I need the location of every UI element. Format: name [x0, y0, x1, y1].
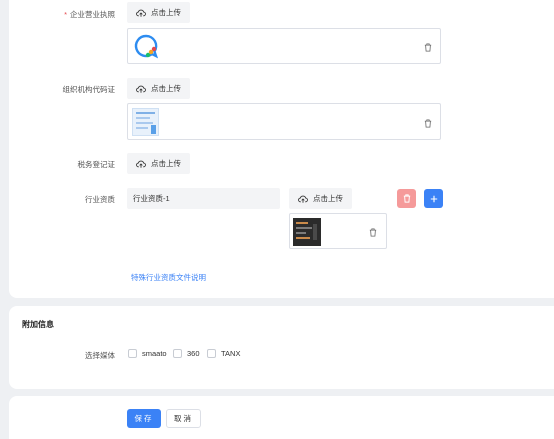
upload-cloud-icon — [136, 9, 146, 17]
media-option-360[interactable]: 360 — [173, 349, 200, 358]
extra-info-title: 附加信息 — [22, 320, 54, 329]
plus-icon — [430, 195, 437, 202]
business-license-label: * 企业营业执照 — [64, 10, 115, 19]
org-code-thumbnail — [132, 108, 159, 136]
trash-icon[interactable] — [369, 228, 377, 237]
extra-info-card — [9, 306, 554, 389]
add-industry-button[interactable] — [424, 189, 443, 208]
checkbox[interactable] — [128, 349, 137, 358]
business-license-preview — [127, 28, 441, 64]
industry-preview — [289, 213, 387, 249]
special-industry-link[interactable]: 特殊行业资质文件说明 — [131, 272, 206, 283]
trash-icon[interactable] — [424, 119, 432, 128]
delete-industry-button[interactable] — [397, 189, 416, 208]
cancel-button[interactable]: 取消 — [166, 409, 201, 428]
tax-registration-upload-button[interactable]: 点击上传 — [127, 153, 190, 174]
media-label: 选择媒体 — [85, 351, 115, 360]
org-code-label: 组织机构代码证 — [62, 85, 116, 94]
industry-name-input[interactable]: 行业资质-1 — [127, 188, 280, 209]
trash-icon[interactable] — [424, 43, 432, 52]
upload-cloud-icon — [136, 160, 146, 168]
media-option-tanx[interactable]: TANX — [207, 349, 240, 358]
checkbox[interactable] — [173, 349, 182, 358]
app-logo-icon — [134, 34, 159, 59]
industry-label: 行业资质 — [85, 195, 115, 204]
checkbox[interactable] — [207, 349, 216, 358]
business-license-upload-button[interactable]: 点击上传 — [127, 2, 190, 23]
upload-cloud-icon — [298, 195, 308, 203]
actions-card — [9, 396, 554, 439]
upload-cloud-icon — [136, 85, 146, 93]
org-code-upload-button[interactable]: 点击上传 — [127, 78, 190, 99]
org-code-preview — [127, 103, 441, 140]
required-mark: * — [64, 10, 67, 19]
trash-icon — [403, 194, 410, 203]
media-option-smaato[interactable]: smaato — [128, 349, 167, 358]
save-button[interactable]: 保存 — [127, 409, 161, 428]
tax-registration-label: 税务登记证 — [77, 160, 116, 169]
industry-upload-button[interactable]: 点击上传 — [289, 188, 352, 209]
industry-thumbnail — [293, 218, 321, 246]
